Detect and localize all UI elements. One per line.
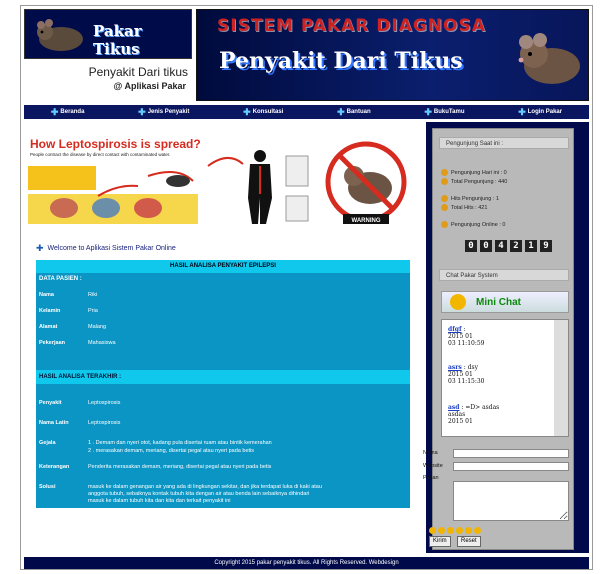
chat-header: Chat Pakar System — [439, 269, 569, 281]
site-logo[interactable]: Pakar Tikus — [24, 9, 192, 59]
nav-label: Login Pakar — [527, 109, 563, 115]
plus-icon: ✚ — [243, 106, 251, 117]
pesan-label: Pesan — [423, 475, 439, 481]
page-frame: Pakar Tikus Penyakit Dari tikus @ Aplika… — [20, 5, 593, 570]
chat-message: asd : =D> asdas asdas 2015 01 — [448, 404, 500, 425]
visitor-header: Pengunjung Saat ini : — [439, 137, 569, 149]
site-tagline-sub: @ Aplikasi Pakar — [113, 81, 186, 91]
leptospirosis-infographic: How Leptospirosis is spread? People cont… — [28, 136, 414, 226]
nav-label: Bantuan — [346, 109, 371, 115]
counter-digit: 1 — [525, 240, 537, 252]
result-title: HASIL ANALISA PENYAKIT EPILEPSI — [36, 260, 410, 273]
stat-item: Total Hits : 421 — [441, 204, 487, 211]
footer: Copyright 2015 pakar penyakit tikus. All… — [24, 557, 589, 569]
chat-message: asrs : dsy 2015 01 03 11:15:30 — [448, 364, 485, 385]
analysis-header: HASIL ANALISA TERAKHIR : — [36, 370, 410, 384]
content-panel: How Leptospirosis is spread? People cont… — [24, 122, 426, 553]
header-logo-area: Pakar Tikus Penyakit Dari tikus @ Aplika… — [24, 9, 192, 101]
smiley-icon — [450, 294, 466, 310]
plus-icon: ✚ — [424, 106, 432, 117]
chat-scrollbar[interactable] — [554, 320, 568, 436]
rat-logo-icon — [37, 19, 83, 51]
website-label: Website — [423, 463, 443, 469]
plus-icon: ✚ — [138, 106, 146, 117]
pesan-textarea[interactable] — [453, 481, 569, 521]
minichat-banner: Mini Chat — [441, 291, 569, 313]
welcome-message: ✚ Welcome to Aplikasi Sistem Pakar Onlin… — [36, 243, 176, 254]
nav-konsultasi[interactable]: ✚ Konsultasi — [243, 107, 283, 118]
stat-item: Pengunjung Online : 0 — [441, 221, 505, 228]
smiley-icon[interactable] — [456, 527, 463, 534]
main-area: How Leptospirosis is spread? People cont… — [24, 122, 589, 553]
counter-digit: 0 — [480, 240, 492, 252]
analysis-result-table: HASIL ANALISA PENYAKIT EPILEPSI DATA PAS… — [36, 260, 410, 508]
smiley-icon[interactable] — [474, 527, 481, 534]
chat-message: dfgf :2015 01 03 11:10:59 — [448, 326, 485, 347]
counter-digit: 0 — [465, 240, 477, 252]
kirim-button[interactable]: Kirim — [429, 536, 451, 547]
welcome-text: Welcome to Aplikasi Sistem Pakar Online — [47, 245, 176, 252]
chat-messages[interactable]: dfgf :2015 01 03 11:10:59 asrs : dsy 2015 … — [441, 319, 569, 437]
users-icon — [441, 204, 448, 211]
rat-photo-icon — [518, 33, 580, 84]
nav-jenis-penyakit[interactable]: ✚ Jenis Penyakit — [138, 107, 189, 118]
nav-bantuan[interactable]: ✚ Bantuan — [337, 107, 371, 118]
nav-label: BukuTamu — [433, 109, 465, 115]
warning-label: WARNING — [352, 218, 381, 224]
banner-title: SISTEM PAKAR DIAGNOSA — [217, 16, 486, 36]
plus-icon: ✚ — [518, 106, 526, 117]
main-nav: ✚ Beranda ✚ Jenis Penyakit ✚ Konsultasi ✚ Ba… — [24, 105, 589, 119]
counter-digit: 4 — [495, 240, 507, 252]
smiley-icon[interactable] — [438, 527, 445, 534]
stat-item: Hits Pengunjung : 1 — [441, 195, 499, 202]
header-banner: SISTEM PAKAR DIAGNOSA Penyakit Dari Tiku… — [196, 9, 589, 101]
plus-icon: ✚ — [36, 243, 44, 253]
users-icon — [441, 169, 448, 176]
emoji-picker — [429, 527, 481, 534]
nama-label: Nama — [423, 450, 438, 456]
stat-item: Total Pengunjung : 440 — [441, 178, 507, 185]
nav-beranda[interactable]: ✚ Beranda — [51, 107, 85, 118]
smiley-icon[interactable] — [447, 527, 454, 534]
infographic-subtitle: People contract the disease by direct co… — [30, 152, 170, 157]
nav-login-pakar[interactable]: ✚ Login Pakar — [518, 107, 562, 118]
minichat-label: Mini Chat — [476, 296, 521, 308]
users-icon — [441, 195, 448, 202]
nav-label: Beranda — [60, 109, 85, 115]
smiley-icon[interactable] — [465, 527, 472, 534]
smiley-icon[interactable] — [429, 527, 436, 534]
users-icon — [441, 178, 448, 185]
reset-button[interactable]: Reset — [457, 536, 481, 547]
plus-icon: ✚ — [50, 106, 59, 117]
users-icon — [441, 221, 448, 228]
visitor-counter: 0 0 4 2 1 9 — [465, 240, 552, 252]
nav-label: Jenis Penyakit — [147, 109, 190, 115]
nav-label: Konsultasi — [252, 109, 284, 115]
counter-digit: 2 — [510, 240, 522, 252]
website-input[interactable] — [453, 462, 569, 471]
patient-header: DATA PASIEN : — [36, 274, 410, 285]
logo-text: Pakar Tikus — [93, 22, 142, 58]
nav-bukutamu[interactable]: ✚ BukuTamu — [424, 107, 464, 118]
banner-subtitle: Penyakit Dari Tikus — [219, 48, 463, 74]
counter-digit: 9 — [540, 240, 552, 252]
site-tagline: Penyakit Dari tikus — [88, 65, 188, 79]
nama-input[interactable] — [453, 449, 569, 458]
stat-item: Pengunjung Hari ini : 0 — [441, 169, 507, 176]
infographic-title: How Leptospirosis is spread? — [30, 137, 201, 151]
plus-icon: ✚ — [337, 106, 345, 117]
sidebar: Pengunjung Saat ini : Pengunjung Hari in… — [423, 128, 574, 550]
